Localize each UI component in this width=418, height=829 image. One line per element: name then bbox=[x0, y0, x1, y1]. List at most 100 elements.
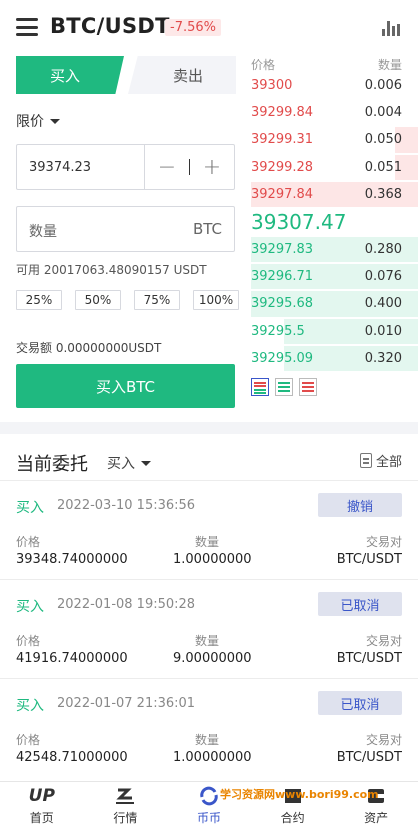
order-quantity: 1.00000000 bbox=[173, 750, 252, 765]
price-change-badge: -7.56% bbox=[165, 19, 221, 36]
plus-icon[interactable]: + bbox=[190, 145, 234, 189]
nav-home[interactable]: UP 首页 bbox=[0, 782, 84, 829]
order-type-dropdown[interactable]: 限价 bbox=[16, 111, 60, 131]
ask-row[interactable]: 39297.84 0.368 bbox=[251, 181, 418, 208]
ask-quantity: 0.051 bbox=[364, 159, 402, 175]
order-side: 买入 bbox=[16, 698, 44, 714]
nav-label: 合约 bbox=[280, 811, 305, 825]
order-price: 41916.74000000 bbox=[16, 651, 128, 666]
trade-volume: 交易额 0.00000000USDT bbox=[16, 341, 162, 355]
minus-icon[interactable]: − bbox=[145, 145, 189, 189]
order-type-label: 限价 bbox=[16, 114, 44, 130]
order-side: 买入 bbox=[16, 500, 44, 516]
trading-pair-title[interactable]: BTC/USDT bbox=[50, 14, 170, 38]
section-divider bbox=[0, 422, 418, 434]
order-pair: BTC/USDT bbox=[336, 651, 402, 666]
orders-filter-dropdown[interactable]: 买入 bbox=[107, 453, 151, 473]
available-balance: 可用 20017063.48090157 USDT bbox=[16, 263, 207, 277]
order-item: 买入 2022-01-08 19:50:28 已取消 价格 数量 交易对 41916.740… bbox=[0, 579, 418, 678]
price-input[interactable]: 39374.23 − + bbox=[16, 144, 235, 190]
bid-price: 39296.71 bbox=[251, 269, 314, 285]
bid-quantity: 0.076 bbox=[364, 269, 402, 285]
ask-price: 39297.84 bbox=[251, 186, 314, 202]
bid-row[interactable]: 39295.68 0.400 bbox=[251, 290, 418, 317]
ask-price: 39300 bbox=[251, 78, 293, 93]
order-time: 2022-01-07 21:36:01 bbox=[57, 696, 196, 711]
order-item: 买入 2022-01-07 21:36:01 已取消 价格 数量 交易对 42548.710… bbox=[0, 678, 418, 777]
trade-panel: 买入 卖出 限价 39374.23 − + 数量 BTC 可用 20017063… bbox=[16, 56, 239, 408]
last-price: 39307.47 bbox=[251, 209, 347, 234]
watermark-text: 学习资源网www.bori99.com bbox=[220, 788, 379, 801]
percent-75-button[interactable]: 75% bbox=[134, 290, 180, 310]
ask-row[interactable]: 39300 0.006 bbox=[251, 72, 418, 99]
nav-label: 币币 bbox=[196, 811, 221, 825]
quantity-placeholder: 数量 bbox=[29, 224, 57, 240]
order-book: 价格 数量 39300 0.006 39299.84 0.004 39299.31 0.0… bbox=[251, 56, 418, 396]
order-action-button[interactable]: 撤销 bbox=[318, 493, 402, 517]
depth-bids-icon[interactable] bbox=[275, 377, 293, 396]
order-price: 39348.74000000 bbox=[16, 552, 128, 567]
depth-asks-icon[interactable] bbox=[299, 377, 317, 396]
document-icon bbox=[359, 453, 372, 468]
all-orders-label: 全部 bbox=[375, 455, 402, 470]
ask-row[interactable]: 39299.84 0.004 bbox=[251, 99, 418, 126]
order-qty-label: 数量 bbox=[195, 634, 220, 648]
kline-chart-icon[interactable] bbox=[382, 21, 400, 36]
bid-price: 39297.83 bbox=[251, 241, 314, 257]
tab-sell[interactable]: 卖出 bbox=[128, 56, 236, 94]
all-orders-link[interactable]: 全部 bbox=[359, 451, 402, 470]
order-pair-label: 交易对 bbox=[365, 634, 402, 648]
ask-list: 39300 0.006 39299.84 0.004 39299.31 0.050 3929… bbox=[251, 72, 418, 208]
ask-quantity: 0.050 bbox=[364, 132, 402, 148]
nav-label: 资产 bbox=[364, 811, 389, 825]
order-price-label: 价格 bbox=[16, 733, 41, 747]
ask-row[interactable]: 39299.28 0.051 bbox=[251, 154, 418, 181]
order-price-label: 价格 bbox=[16, 535, 41, 549]
order-pair: BTC/USDT bbox=[336, 750, 402, 765]
bid-quantity: 0.320 bbox=[364, 350, 402, 366]
nav-label: 首页 bbox=[29, 811, 54, 825]
ask-price: 39299.28 bbox=[251, 159, 314, 175]
order-action-button[interactable]: 已取消 bbox=[318, 592, 402, 616]
bid-row[interactable]: 39296.71 0.076 bbox=[251, 263, 418, 290]
order-book-header: 价格 数量 bbox=[251, 56, 418, 72]
ask-price: 39299.31 bbox=[251, 132, 314, 148]
percent-25-button[interactable]: 25% bbox=[16, 290, 62, 310]
bid-quantity: 0.400 bbox=[364, 296, 402, 312]
bid-price: 39295.5 bbox=[251, 323, 305, 339]
order-price-label: 价格 bbox=[16, 634, 41, 648]
menu-icon[interactable] bbox=[16, 18, 38, 36]
orders-filter-label: 买入 bbox=[107, 456, 135, 472]
quantity-input[interactable]: 数量 BTC bbox=[16, 206, 235, 252]
buy-btc-button[interactable]: 买入BTC bbox=[16, 364, 235, 408]
percent-50-button[interactable]: 50% bbox=[75, 290, 121, 310]
order-price: 42548.71000000 bbox=[16, 750, 128, 765]
tab-buy[interactable]: 买入 bbox=[16, 56, 124, 94]
order-action-button[interactable]: 已取消 bbox=[318, 691, 402, 715]
bid-row[interactable]: 39297.83 0.280 bbox=[251, 236, 418, 263]
bid-row[interactable]: 39295.5 0.010 bbox=[251, 318, 418, 345]
bid-quantity: 0.280 bbox=[364, 241, 402, 257]
depth-both-icon[interactable] bbox=[251, 377, 269, 396]
order-quantity: 9.00000000 bbox=[173, 651, 252, 666]
price-stepper: − + bbox=[144, 145, 234, 189]
nav-market[interactable]: 行情 bbox=[84, 782, 168, 829]
bid-row[interactable]: 39295.09 0.320 bbox=[251, 345, 418, 372]
price-value[interactable]: 39374.23 bbox=[29, 160, 91, 175]
bid-price: 39295.09 bbox=[251, 350, 314, 366]
bid-price: 39295.68 bbox=[251, 296, 314, 312]
order-side: 买入 bbox=[16, 599, 44, 615]
top-header: BTC/USDT -7.56% bbox=[0, 0, 418, 56]
nav-label: 行情 bbox=[113, 811, 138, 825]
order-pair-label: 交易对 bbox=[365, 535, 402, 549]
percent-100-button[interactable]: 100% bbox=[193, 290, 239, 310]
quantity-column-header: 数量 bbox=[377, 58, 402, 72]
depth-mode-selector bbox=[251, 377, 418, 396]
bid-quantity: 0.010 bbox=[364, 323, 402, 339]
ask-row[interactable]: 39299.31 0.050 bbox=[251, 126, 418, 153]
order-pair: BTC/USDT bbox=[336, 552, 402, 567]
order-quantity: 1.00000000 bbox=[173, 552, 252, 567]
caret-down-icon bbox=[141, 460, 151, 466]
quantity-unit: BTC bbox=[192, 220, 222, 238]
order-qty-label: 数量 bbox=[195, 733, 220, 747]
